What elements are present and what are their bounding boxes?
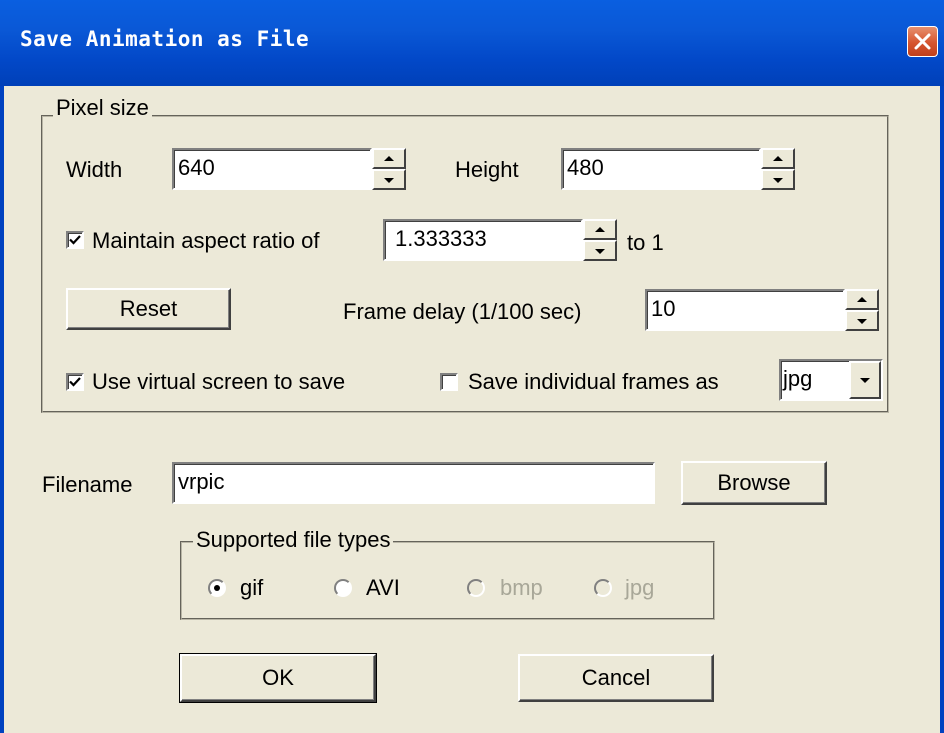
aspect-suffix-label: to 1	[627, 230, 664, 255]
radio-selected-dot	[214, 585, 220, 591]
ok-button[interactable]: OK	[179, 653, 377, 703]
aspect-ratio-input[interactable]: 1.333333	[383, 219, 583, 261]
height-label: Height	[455, 157, 519, 182]
height-spinner[interactable]	[761, 148, 795, 190]
maintain-aspect-checkbox[interactable]	[66, 231, 84, 249]
width-input[interactable]: 640	[172, 148, 372, 190]
reset-button[interactable]: Reset	[66, 288, 231, 330]
width-label: Width	[66, 157, 123, 182]
filename-label: Filename	[42, 472, 133, 497]
arrow-up-icon	[773, 155, 783, 161]
frame-format-value: jpg	[783, 366, 813, 391]
aspect-ratio-spinner[interactable]	[583, 219, 617, 261]
virtual-screen-checkbox[interactable]	[66, 373, 84, 391]
radio-jpg-label: jpg	[625, 575, 655, 600]
checkmark-icon	[69, 377, 81, 387]
radio-jpg[interactable]	[594, 579, 612, 597]
height-spin-up[interactable]	[761, 148, 795, 169]
arrow-up-icon	[857, 296, 867, 302]
arrow-up-icon	[595, 226, 605, 232]
cancel-button[interactable]: Cancel	[518, 654, 714, 702]
frame-delay-input[interactable]: 10	[645, 289, 845, 331]
radio-avi-label: AVI	[366, 575, 400, 600]
radio-avi[interactable]	[334, 579, 352, 597]
width-spin-down[interactable]	[372, 169, 406, 190]
width-spinner[interactable]	[372, 148, 406, 190]
file-types-legend: Supported file types	[193, 528, 394, 552]
close-icon	[914, 33, 931, 50]
radio-bmp[interactable]	[467, 579, 485, 597]
aspect-spin-down[interactable]	[583, 240, 617, 261]
arrow-down-icon	[773, 177, 783, 183]
frame-delay-spinner[interactable]	[845, 289, 879, 331]
radio-gif[interactable]	[208, 579, 226, 597]
frame-delay-spin-up[interactable]	[845, 289, 879, 310]
browse-button[interactable]: Browse	[681, 461, 827, 505]
individual-frames-label: Save individual frames as	[468, 369, 719, 394]
chevron-down-icon	[860, 378, 870, 383]
individual-frames-checkbox[interactable]	[440, 373, 458, 391]
frame-delay-label: Frame delay (1/100 sec)	[343, 299, 582, 324]
frame-format-dropdown-button[interactable]	[849, 361, 881, 399]
frame-delay-spin-down[interactable]	[845, 310, 879, 331]
arrow-up-icon	[384, 155, 394, 161]
title-bar: Save Animation as File	[0, 0, 944, 86]
arrow-down-icon	[384, 177, 394, 183]
height-input[interactable]: 480	[561, 148, 761, 190]
window-frame-right	[940, 86, 944, 733]
pixel-size-legend: Pixel size	[53, 96, 152, 120]
height-spin-down[interactable]	[761, 169, 795, 190]
filename-input[interactable]: vrpic	[172, 462, 655, 504]
window-title: Save Animation as File	[20, 27, 310, 51]
aspect-spin-up[interactable]	[583, 219, 617, 240]
arrow-down-icon	[595, 248, 605, 254]
checkmark-icon	[69, 235, 81, 245]
width-spin-up[interactable]	[372, 148, 406, 169]
radio-bmp-label: bmp	[500, 575, 543, 600]
virtual-screen-label: Use virtual screen to save	[92, 369, 346, 394]
arrow-down-icon	[857, 318, 867, 324]
window-frame-left	[0, 86, 4, 733]
close-button[interactable]	[907, 26, 938, 57]
radio-gif-label: gif	[240, 575, 264, 600]
maintain-aspect-label: Maintain aspect ratio of	[92, 228, 320, 253]
